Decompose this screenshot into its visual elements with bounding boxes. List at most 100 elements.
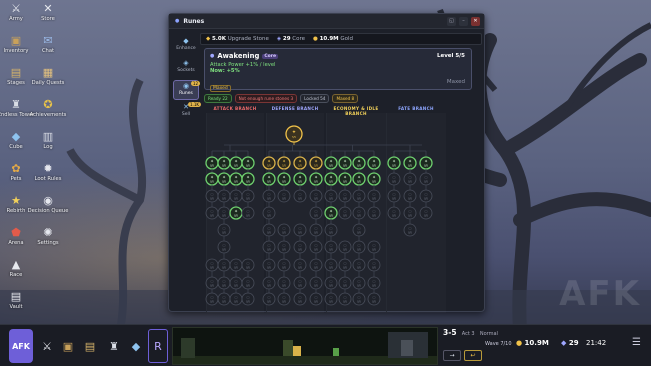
sidebar-item-settings[interactable]: ✺ Settings xyxy=(32,226,64,255)
rune-node-locked[interactable]: ◌0/5 xyxy=(387,206,401,220)
rune-node-locked[interactable]: ◌0/5 xyxy=(293,276,307,290)
rune-node-ready[interactable]: ✦0/5 xyxy=(277,172,291,186)
menu-icon[interactable]: ☰ xyxy=(632,337,641,348)
rune-node-locked[interactable]: ◌0/5 xyxy=(352,258,366,272)
rune-node-locked[interactable]: ◌0/5 xyxy=(387,172,401,186)
sidebar-item-store[interactable]: ✕ Store xyxy=(32,2,64,31)
sidebar-item-inventory[interactable]: ▣ Inventory xyxy=(0,34,32,63)
rune-node-locked[interactable]: ◌0/5 xyxy=(352,206,366,220)
rune-node-locked[interactable]: ◌0/5 xyxy=(262,258,276,272)
rune-node-ready[interactable]: ✦0/5 xyxy=(205,156,219,170)
rune-node-ready[interactable]: ✦0/5 xyxy=(338,172,352,186)
rune-node-locked[interactable]: ◌0/5 xyxy=(352,223,366,237)
rune-node-locked[interactable]: ◌0/5 xyxy=(217,189,231,203)
rune-node-locked[interactable]: ◌0/5 xyxy=(277,258,291,272)
sidebar-item-daily-quests[interactable]: ▦ Daily Quests xyxy=(32,66,65,95)
rune-node-ready[interactable]: ✦0/5 xyxy=(293,172,307,186)
rune-node-locked[interactable]: ◌0/5 xyxy=(367,206,381,220)
sidebar-item-cube[interactable]: ◆ Cube xyxy=(0,130,32,159)
rune-node-locked[interactable]: ◌0/5 xyxy=(293,240,307,254)
rune-node-locked[interactable]: ◌0/5 xyxy=(241,292,255,306)
rune-node-locked[interactable]: ◌0/5 xyxy=(309,206,323,220)
rune-node-locked[interactable]: ◌0/5 xyxy=(205,276,219,290)
rune-node-locked[interactable]: ◌0/5 xyxy=(387,189,401,203)
rune-node-locked[interactable]: ◌0/5 xyxy=(277,240,291,254)
rune-node-locked[interactable]: ◌0/5 xyxy=(277,223,291,237)
rune-node-locked[interactable]: ◌0/5 xyxy=(205,189,219,203)
rune-node-locked[interactable]: ◌0/5 xyxy=(367,240,381,254)
sidebar-item-achievements[interactable]: ✪ Achievements xyxy=(30,98,67,127)
sidebar-item-stages[interactable]: ▤ Stages xyxy=(0,66,32,95)
rune-node-ready[interactable]: ✦0/5 xyxy=(262,172,276,186)
rune-node-locked[interactable]: ◌0/5 xyxy=(293,189,307,203)
rune-node-locked[interactable]: ◌0/5 xyxy=(241,189,255,203)
rune-node-locked[interactable]: ◌0/5 xyxy=(205,292,219,306)
sidebar-item-arena[interactable]: ⬟ Arena xyxy=(0,226,32,255)
rune-node-locked[interactable]: ◌0/5 xyxy=(277,292,291,306)
rune-node-locked[interactable]: ◌0/5 xyxy=(367,189,381,203)
rune-node-locked[interactable]: ◌0/5 xyxy=(229,258,243,272)
rune-node-locked[interactable]: ◌0/5 xyxy=(241,276,255,290)
sidebar-item-pets[interactable]: ✿ Pets xyxy=(0,162,32,191)
rune-node-locked[interactable]: ◌0/5 xyxy=(205,206,219,220)
sidebar-item-chat[interactable]: ✉ Chat xyxy=(32,34,64,63)
advance-button[interactable]: → xyxy=(443,350,461,361)
expand-button[interactable]: ◱ xyxy=(447,17,456,26)
rune-node-locked[interactable]: ◌0/5 xyxy=(419,172,433,186)
window-titlebar[interactable]: ● Runes xyxy=(169,14,484,29)
rune-node-locked[interactable]: ◌0/5 xyxy=(229,292,243,306)
rune-node-ready[interactable]: ✦0/5 xyxy=(352,156,366,170)
rune-node-locked[interactable]: ◌0/5 xyxy=(403,172,417,186)
rune-node-locked[interactable]: ◌0/5 xyxy=(309,189,323,203)
rune-node-locked[interactable]: ◌0/5 xyxy=(217,206,231,220)
rune-node-ready[interactable]: ✦0/5 xyxy=(229,206,243,220)
rune-node-locked[interactable]: ◌0/5 xyxy=(367,258,381,272)
rune-node-locked[interactable]: ◌0/5 xyxy=(338,240,352,254)
rune-node-locked[interactable]: ◌0/5 xyxy=(338,258,352,272)
rune-node-ready[interactable]: ✦0/5 xyxy=(403,156,417,170)
bag-icon[interactable]: ▣ xyxy=(58,329,78,363)
afk-button[interactable]: AFK xyxy=(9,329,33,363)
tower-icon[interactable]: ♜ xyxy=(104,329,124,363)
rune-node-locked[interactable]: ◌0/5 xyxy=(293,292,307,306)
rune-node-locked[interactable]: ◌0/5 xyxy=(217,240,231,254)
rune-node-locked[interactable]: ◌0/5 xyxy=(352,189,366,203)
tab-sell[interactable]: ✕ Sell 1.1K xyxy=(173,102,201,122)
rune-node-locked[interactable]: ◌0/5 xyxy=(262,206,276,220)
tab-sockets[interactable]: ◈ Sockets xyxy=(173,58,199,78)
rune-node-ready[interactable]: ✦0/5 xyxy=(387,156,401,170)
rune-node-maxed[interactable]: ✦5/5 xyxy=(277,156,291,170)
rune-node-locked[interactable]: ◌0/5 xyxy=(293,258,307,272)
sidebar-item-army[interactable]: ⚔ Army xyxy=(0,2,32,31)
rune-node-ready[interactable]: ✦0/5 xyxy=(367,156,381,170)
rune-node-locked[interactable]: ◌0/5 xyxy=(352,276,366,290)
rune-node-locked[interactable]: ◌0/5 xyxy=(262,189,276,203)
rune-node-maxed[interactable]: ✦5/5 xyxy=(262,156,276,170)
map-icon[interactable]: ▤ xyxy=(80,329,100,363)
rune-node-locked[interactable]: ◌0/5 xyxy=(205,258,219,272)
auto-play-button[interactable]: ↩ xyxy=(464,350,482,361)
rune-node-maxed[interactable]: ✦5/5 xyxy=(309,156,323,170)
rune-node-locked[interactable]: ◌0/5 xyxy=(338,189,352,203)
rune-node-locked[interactable]: ◌0/5 xyxy=(338,206,352,220)
rune-node-locked[interactable]: ◌0/5 xyxy=(338,276,352,290)
rune-node-locked[interactable]: ◌0/5 xyxy=(309,258,323,272)
rune-node-locked[interactable]: ◌0/5 xyxy=(324,240,338,254)
rune-node-locked[interactable]: ◌0/5 xyxy=(277,189,291,203)
rune-node-locked[interactable]: ◌0/5 xyxy=(217,292,231,306)
rune-node-locked[interactable]: ◌0/5 xyxy=(262,292,276,306)
rune-node-locked[interactable]: ◌0/5 xyxy=(229,189,243,203)
rune-node-locked[interactable]: ◌0/5 xyxy=(324,189,338,203)
rune-node-locked[interactable]: ◌0/5 xyxy=(419,206,433,220)
rune-node-ready[interactable]: ✦0/5 xyxy=(419,156,433,170)
close-button[interactable]: ✕ xyxy=(471,17,480,26)
rune-node-locked[interactable]: ◌0/5 xyxy=(217,223,231,237)
crossed-swords-icon[interactable]: ⚔ xyxy=(37,329,57,363)
rune-node-locked[interactable]: ◌0/5 xyxy=(229,276,243,290)
rune-node-locked[interactable]: ◌0/5 xyxy=(403,189,417,203)
rune-node-ready[interactable]: ✦0/5 xyxy=(367,172,381,186)
minimize-button[interactable]: – xyxy=(459,17,468,26)
rune-node-ready[interactable]: ✦0/5 xyxy=(205,172,219,186)
rune-node-ready[interactable]: ✦0/5 xyxy=(241,156,255,170)
rune-node-ready[interactable]: ✦0/5 xyxy=(229,172,243,186)
